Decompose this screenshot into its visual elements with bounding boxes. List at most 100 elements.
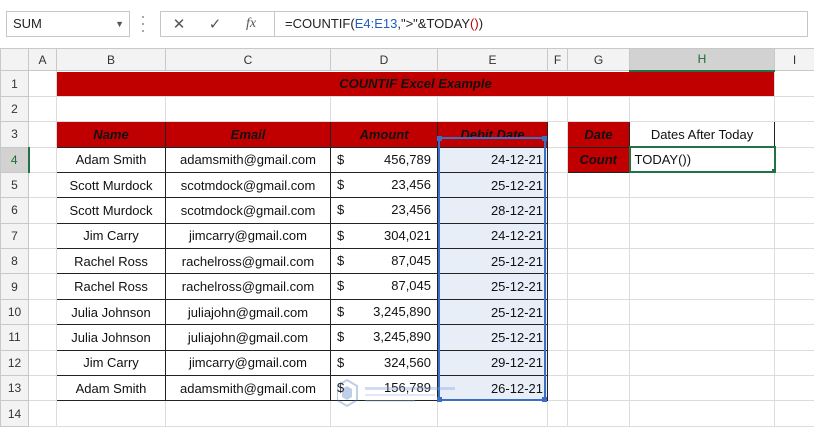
cell[interactable] (774, 324, 814, 351)
cell[interactable] (567, 400, 630, 427)
cell[interactable] (774, 95, 814, 123)
row-header[interactable]: 13 (0, 375, 29, 402)
cell-amount[interactable]: $87,045 (330, 248, 438, 275)
cell-email[interactable]: adamsmith@gmail.com (165, 375, 331, 402)
cell[interactable] (629, 95, 775, 123)
formula-input[interactable]: =COUNTIF(E4:E13,">"&TODAY()) (274, 11, 808, 37)
cell[interactable] (629, 222, 775, 250)
cell[interactable] (28, 121, 57, 148)
row-header[interactable]: 8 (0, 248, 29, 275)
cell-email[interactable]: adamsmith@gmail.com (165, 146, 331, 173)
sheet-title[interactable]: COUNTIF Excel Example (56, 70, 775, 97)
cell-email[interactable]: jimcarry@gmail.com (165, 222, 331, 250)
cell[interactable] (547, 248, 568, 275)
cell[interactable] (28, 70, 57, 97)
cell[interactable] (629, 248, 775, 275)
cell[interactable] (547, 171, 568, 199)
cell[interactable] (567, 375, 630, 402)
cell[interactable] (28, 349, 57, 377)
cell[interactable] (629, 324, 775, 351)
cell-email[interactable]: scotmdock@gmail.com (165, 197, 331, 224)
cell[interactable] (567, 298, 630, 326)
cell[interactable] (567, 197, 630, 224)
cell[interactable] (547, 298, 568, 326)
row-header[interactable]: 11 (0, 324, 29, 351)
cell[interactable] (28, 146, 57, 173)
cell[interactable] (547, 349, 568, 377)
cell[interactable] (774, 121, 814, 148)
header-name[interactable]: Name (56, 121, 166, 148)
cell[interactable] (547, 324, 568, 351)
cell[interactable] (774, 375, 814, 402)
cell-amount[interactable]: $3,245,890 (330, 298, 438, 326)
cell[interactable] (629, 197, 775, 224)
column-header[interactable]: G (567, 47, 630, 72)
cell-debit-date[interactable]: 25-12-21 (437, 273, 548, 300)
cell[interactable] (567, 95, 630, 123)
cell[interactable] (28, 248, 57, 275)
cell-name[interactable]: Julia Johnson (56, 324, 166, 351)
cell-name[interactable]: Jim Carry (56, 222, 166, 250)
cell-email[interactable]: rachelross@gmail.com (165, 248, 331, 275)
cell-name[interactable]: Rachel Ross (56, 273, 166, 300)
column-header[interactable]: B (56, 47, 166, 72)
cell[interactable] (774, 298, 814, 326)
label-count[interactable]: Count (567, 146, 630, 173)
cell-debit-date[interactable]: 25-12-21 (437, 248, 548, 275)
cell-debit-date[interactable]: 25-12-21 (437, 298, 548, 326)
cell[interactable] (629, 171, 775, 199)
row-header[interactable]: 3 (0, 121, 29, 148)
column-header[interactable]: I (774, 47, 814, 72)
cell[interactable] (774, 400, 814, 427)
cell-debit-date[interactable]: 24-12-21 (437, 146, 548, 173)
cell[interactable] (567, 273, 630, 300)
cell[interactable] (28, 324, 57, 351)
name-box[interactable]: SUM ▼ (6, 11, 130, 37)
row-header[interactable]: 7 (0, 222, 29, 250)
cell[interactable] (774, 349, 814, 377)
column-header[interactable]: E (437, 47, 548, 72)
cell-debit-date[interactable]: 29-12-21 (437, 349, 548, 377)
dates-after-today-header[interactable]: Dates After Today (629, 121, 775, 148)
cell[interactable] (330, 400, 438, 427)
cell-debit-date[interactable]: 26-12-21 (437, 375, 548, 402)
cell-amount[interactable]: $156,789 (330, 375, 438, 402)
cell[interactable] (437, 400, 548, 427)
cell[interactable] (629, 273, 775, 300)
cell[interactable] (56, 95, 166, 123)
label-date[interactable]: Date (567, 121, 630, 148)
row-header[interactable]: 1 (0, 70, 29, 97)
cell[interactable] (547, 197, 568, 224)
cell-email[interactable]: rachelross@gmail.com (165, 273, 331, 300)
cell[interactable] (28, 95, 57, 123)
cancel-icon[interactable]: ✕ (161, 15, 197, 33)
cell[interactable] (28, 273, 57, 300)
header-email[interactable]: Email (165, 121, 331, 148)
cell-amount[interactable]: $87,045 (330, 273, 438, 300)
row-header[interactable]: 10 (0, 298, 29, 326)
cell[interactable] (547, 375, 568, 402)
cell[interactable] (547, 121, 568, 148)
column-header[interactable]: A (28, 47, 57, 72)
cell-debit-date[interactable]: 25-12-21 (437, 171, 548, 199)
cell[interactable] (28, 222, 57, 250)
cell[interactable] (165, 400, 331, 427)
cell[interactable] (629, 298, 775, 326)
cell-email[interactable]: jimcarry@gmail.com (165, 349, 331, 377)
row-header[interactable]: 5 (0, 171, 29, 199)
column-header-selected[interactable]: H (629, 47, 775, 72)
cell[interactable] (774, 197, 814, 224)
row-header[interactable]: 12 (0, 349, 29, 377)
cell[interactable] (28, 171, 57, 199)
cell-amount[interactable]: $304,021 (330, 222, 438, 250)
cell[interactable] (629, 400, 775, 427)
cell[interactable] (28, 197, 57, 224)
cell[interactable] (774, 146, 814, 173)
cell-email[interactable]: scotmdock@gmail.com (165, 171, 331, 199)
cell[interactable] (567, 349, 630, 377)
cell[interactable] (547, 273, 568, 300)
cell[interactable] (330, 95, 438, 123)
cell[interactable] (629, 375, 775, 402)
cell[interactable] (547, 146, 568, 173)
cell-amount[interactable]: $3,245,890 (330, 324, 438, 351)
